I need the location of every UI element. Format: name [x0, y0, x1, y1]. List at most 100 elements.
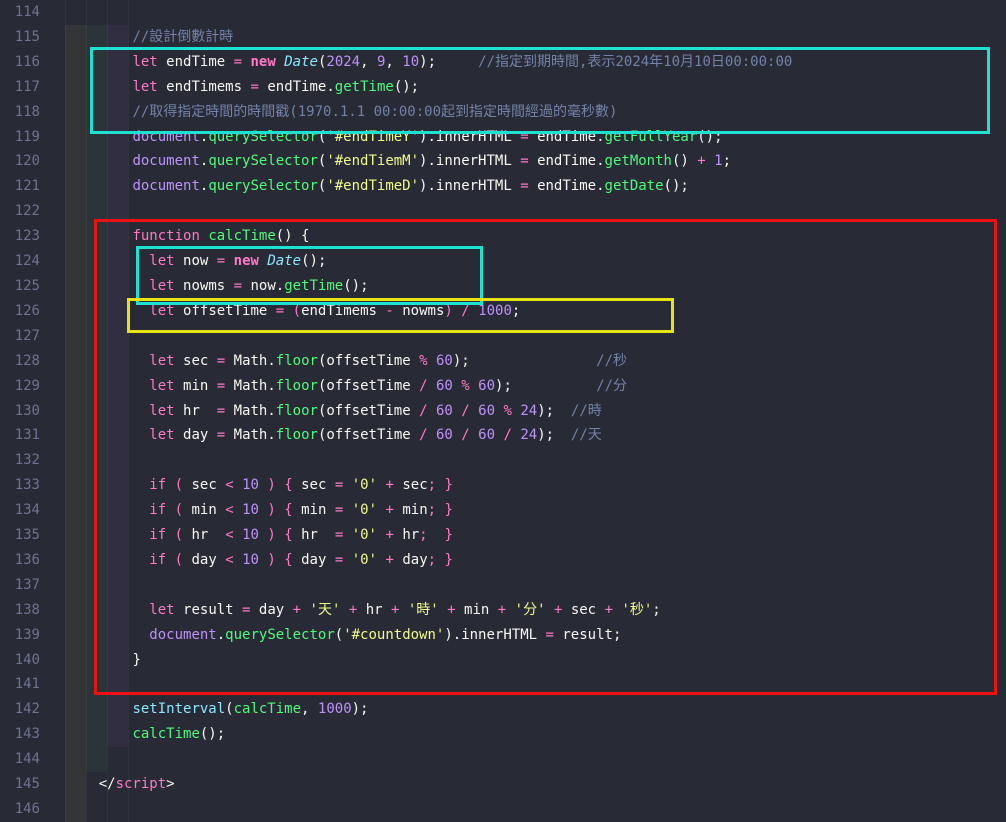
indent-rainbow-band [86, 75, 107, 100]
indent-rainbow-band [107, 473, 128, 498]
indent-rainbow-band [65, 75, 86, 100]
code-line[interactable]: 134 if ( min < 10 ) { min = '0' + min; } [0, 498, 1006, 523]
indent-rainbow-band [107, 423, 128, 448]
line-number: 135 [0, 523, 40, 548]
line-number: 132 [0, 448, 40, 473]
line-number: 122 [0, 199, 40, 224]
code-line[interactable]: 124 let now = new Date(); [0, 249, 1006, 274]
indent-rainbow-band [86, 399, 107, 424]
code-line[interactable]: 122 [0, 199, 1006, 224]
indent-rainbow-band [86, 747, 107, 772]
code-line[interactable]: 115 //設計倒數計時 [0, 25, 1006, 50]
code-line[interactable]: 118 //取得指定時間的時間戳(1970.1.1 00:00:00起到指定時間… [0, 100, 1006, 125]
line-number: 117 [0, 75, 40, 100]
indent-rainbow-band [107, 125, 128, 150]
code-line[interactable]: 138 let result = day + '天' + hr + '時' + … [0, 598, 1006, 623]
code-text: document.querySelector('#countdown').inn… [65, 623, 621, 648]
indent-rainbow-band [107, 349, 128, 374]
code-line[interactable]: 126 let offsetTime = (endTimems - nowms)… [0, 299, 1006, 324]
indent-rainbow-band [86, 125, 107, 150]
indent-rainbow-band [65, 274, 86, 299]
code-line[interactable]: 132 [0, 448, 1006, 473]
line-number: 131 [0, 423, 40, 448]
indent-rainbow-band [65, 149, 86, 174]
indent-rainbow-band [86, 623, 107, 648]
indent-rainbow-band [86, 324, 107, 349]
code-line[interactable]: 144 [0, 747, 1006, 772]
indent-rainbow-band [65, 473, 86, 498]
code-line[interactable]: 121 document.querySelector('#endTimeD').… [0, 174, 1006, 199]
code-line[interactable]: 129 let min = Math.floor(offsetTime / 60… [0, 374, 1006, 399]
line-number: 143 [0, 722, 40, 747]
code-line[interactable]: 114 [0, 0, 1006, 25]
code-text: let min = Math.floor(offsetTime / 60 % 6… [65, 374, 627, 399]
code-line[interactable]: 137 [0, 573, 1006, 598]
code-line[interactable]: 120 document.querySelector('#endTiemM').… [0, 149, 1006, 174]
line-number: 121 [0, 174, 40, 199]
indent-rainbow-band [65, 623, 86, 648]
indent-rainbow-band [86, 299, 107, 324]
indent-rainbow-band [65, 100, 86, 125]
indent-rainbow-band [65, 374, 86, 399]
line-number: 126 [0, 299, 40, 324]
code-line[interactable]: 125 let nowms = now.getTime(); [0, 274, 1006, 299]
code-text: let endTime = new Date(2024, 9, 10); //指… [65, 50, 792, 75]
indent-rainbow-band [65, 548, 86, 573]
code-line[interactable]: 141 [0, 672, 1006, 697]
line-number: 120 [0, 149, 40, 174]
indent-rainbow-band [86, 274, 107, 299]
code-line[interactable]: 145 </script> [0, 772, 1006, 797]
indent-rainbow-band [86, 722, 107, 747]
indent-rainbow-band [107, 299, 128, 324]
indent-rainbow-band [107, 274, 128, 299]
code-line[interactable]: 143 calcTime(); [0, 722, 1006, 747]
indent-rainbow-band [86, 149, 107, 174]
code-line[interactable]: 142 setInterval(calcTime, 1000); [0, 697, 1006, 722]
indent-rainbow-band [107, 100, 128, 125]
indent-rainbow-band [107, 722, 128, 747]
line-number: 123 [0, 224, 40, 249]
code-line[interactable]: 135 if ( hr < 10 ) { hr = '0' + hr; } [0, 523, 1006, 548]
indent-rainbow-band [65, 498, 86, 523]
code-editor[interactable]: 114115 //設計倒數計時116 let endTime = new Dat… [0, 0, 1006, 822]
indent-rainbow-band [107, 648, 128, 673]
indent-rainbow-band [107, 399, 128, 424]
code-line[interactable]: 136 if ( day < 10 ) { day = '0' + day; } [0, 548, 1006, 573]
code-line[interactable]: 140 } [0, 648, 1006, 673]
code-line[interactable]: 116 let endTime = new Date(2024, 9, 10);… [0, 50, 1006, 75]
code-line[interactable]: 117 let endTimems = endTime.getTime(); [0, 75, 1006, 100]
code-lines[interactable]: 114115 //設計倒數計時116 let endTime = new Dat… [0, 0, 1006, 822]
line-number: 138 [0, 598, 40, 623]
indent-rainbow-band [107, 548, 128, 573]
indent-rainbow-band [65, 573, 86, 598]
indent-rainbow-band [65, 199, 86, 224]
indent-rainbow-band [86, 349, 107, 374]
line-number: 114 [0, 0, 40, 25]
line-number: 145 [0, 772, 40, 797]
indent-rainbow-band [65, 125, 86, 150]
indent-rainbow-band [86, 374, 107, 399]
code-line[interactable]: 146 [0, 797, 1006, 822]
code-line[interactable]: 128 let sec = Math.floor(offsetTime % 60… [0, 349, 1006, 374]
code-text: //取得指定時間的時間戳(1970.1.1 00:00:00起到指定時間經過的毫… [65, 100, 617, 125]
indent-rainbow-band [86, 473, 107, 498]
code-line[interactable]: 119 document.querySelector('#endTimeY').… [0, 125, 1006, 150]
line-number: 116 [0, 50, 40, 75]
indent-rainbow-band [86, 50, 107, 75]
indent-rainbow-band [107, 174, 128, 199]
line-number: 140 [0, 648, 40, 673]
code-line[interactable]: 131 let day = Math.floor(offsetTime / 60… [0, 423, 1006, 448]
code-line[interactable]: 139 document.querySelector('#countdown')… [0, 623, 1006, 648]
indent-rainbow-band [107, 324, 128, 349]
indent-rainbow-band [86, 249, 107, 274]
code-line[interactable]: 130 let hr = Math.floor(offsetTime / 60 … [0, 399, 1006, 424]
indent-rainbow-band [65, 598, 86, 623]
code-line[interactable]: 127 [0, 324, 1006, 349]
indent-rainbow-band [65, 299, 86, 324]
code-line[interactable]: 123 function calcTime() { [0, 224, 1006, 249]
indent-rainbow-band [65, 224, 86, 249]
indent-rainbow-band [86, 25, 107, 50]
indent-rainbow-band [65, 448, 86, 473]
code-line[interactable]: 133 if ( sec < 10 ) { sec = '0' + sec; } [0, 473, 1006, 498]
indent-rainbow-band [65, 523, 86, 548]
